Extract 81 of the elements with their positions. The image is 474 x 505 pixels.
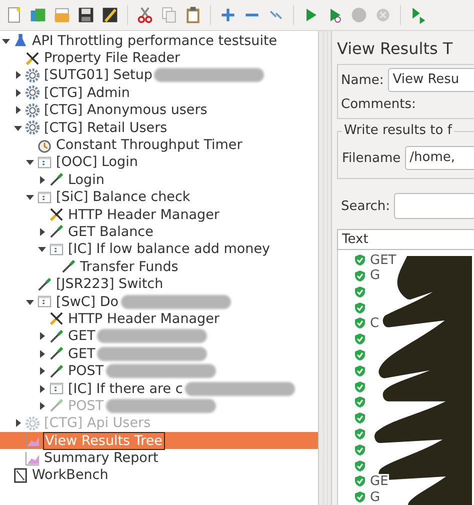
tree-item[interactable]: [CTG] Retail Users [43,120,168,136]
expand-arrow-icon[interactable] [38,176,46,184]
pipette-icon [49,328,64,344]
tree-item[interactable]: Constant Throughput Timer [55,137,244,154]
collapse-arrow-icon[interactable] [38,245,46,254]
plus-icon[interactable] [219,6,237,24]
tree-item[interactable]: [CTG] Admin [43,84,131,101]
save-as-icon[interactable] [101,6,119,24]
search-label: Search: [341,198,390,214]
panel-title: View Results T [337,39,454,58]
tree-item[interactable]: Property File Reader [43,50,182,66]
collapse-arrow-icon[interactable] [26,298,34,306]
window-icon [49,242,64,257]
templates-icon[interactable] [29,6,47,24]
new-file-icon[interactable] [5,6,23,24]
gear-icon [25,102,40,118]
collapse-arrow-icon[interactable] [2,36,10,45]
tree-item[interactable]: GET Balance [67,224,154,240]
save-icon[interactable] [77,6,95,24]
tree-item[interactable]: GET [67,328,96,344]
window-icon [37,190,52,205]
open-folder-icon[interactable] [53,6,71,24]
tree-item[interactable]: Transfer Funds [79,258,180,275]
gear-icon [25,416,40,431]
tree-item[interactable]: [OOC] Login [55,154,139,170]
tree-item[interactable]: [JSR223] Switch [55,276,164,292]
paste-icon[interactable] [184,6,202,24]
tools-icon [25,50,40,66]
expand-arrow-icon[interactable] [14,106,22,114]
notebook-icon [13,468,28,483]
name-field[interactable]: View Resu [388,68,474,92]
tree-item[interactable]: WorkBench [31,467,110,484]
tree-item[interactable]: [IC] If there are c [67,380,184,396]
expand-arrow-icon[interactable] [38,228,46,236]
tree-item[interactable]: [SiC] Balance check [55,189,192,206]
chart-icon [25,450,40,466]
gear-icon [25,120,40,136]
tree-item[interactable]: HTTP Header Manager [67,310,220,327]
name-label: Name: [341,72,384,88]
cut-icon[interactable] [136,6,154,24]
window-icon [37,294,52,310]
collapse-arrow-icon[interactable] [26,193,34,202]
pipette-icon [49,364,64,379]
pipette-icon [49,346,64,362]
tree-item[interactable]: API Throttling performance testsuite [31,32,278,49]
pipette-icon [49,398,64,414]
tree-item[interactable]: [SwC] Do [55,294,120,310]
pipette-icon [49,224,64,240]
tree-item[interactable]: [CTG] Anonymous users [43,102,208,118]
tree-item[interactable]: [IC] If low balance add money [67,241,272,258]
expand-arrow-icon[interactable] [38,350,46,358]
tools-icon [49,311,64,326]
pipette-icon [37,276,52,292]
gear-icon [25,68,40,83]
clock-icon [37,138,52,153]
flask-icon [13,33,28,48]
tools-icon [49,207,64,222]
chart-icon [25,433,40,448]
window-icon [37,154,52,170]
tree-item[interactable]: HTTP Header Manager [67,206,220,223]
renderer-dropdown[interactable]: Text [337,229,474,250]
window-icon [49,381,64,396]
gear-icon [25,85,40,100]
collapse-arrow-icon[interactable] [26,158,34,166]
expand-arrow-icon[interactable] [14,88,22,97]
comments-label: Comments: [341,96,416,112]
filename-field[interactable]: /home, [404,146,474,170]
expand-arrow-icon[interactable] [38,384,46,392]
pipette-icon [49,172,64,188]
collapse-arrow-icon[interactable] [14,124,22,132]
tree-item[interactable]: POST [67,363,105,380]
expand-arrow-icon[interactable] [38,367,46,376]
expand-arrow-icon[interactable] [38,332,46,340]
tree-item[interactable]: Summary Report [43,450,160,466]
tree-item[interactable]: [SUTG01] Setup [43,67,154,84]
tree-item[interactable]: Login [67,172,106,188]
filename-label: Filename [342,150,401,166]
search-field[interactable] [394,193,474,219]
pipette-icon [61,259,76,274]
tree-item[interactable]: GET [67,346,96,362]
expand-arrow-icon[interactable] [14,71,22,80]
